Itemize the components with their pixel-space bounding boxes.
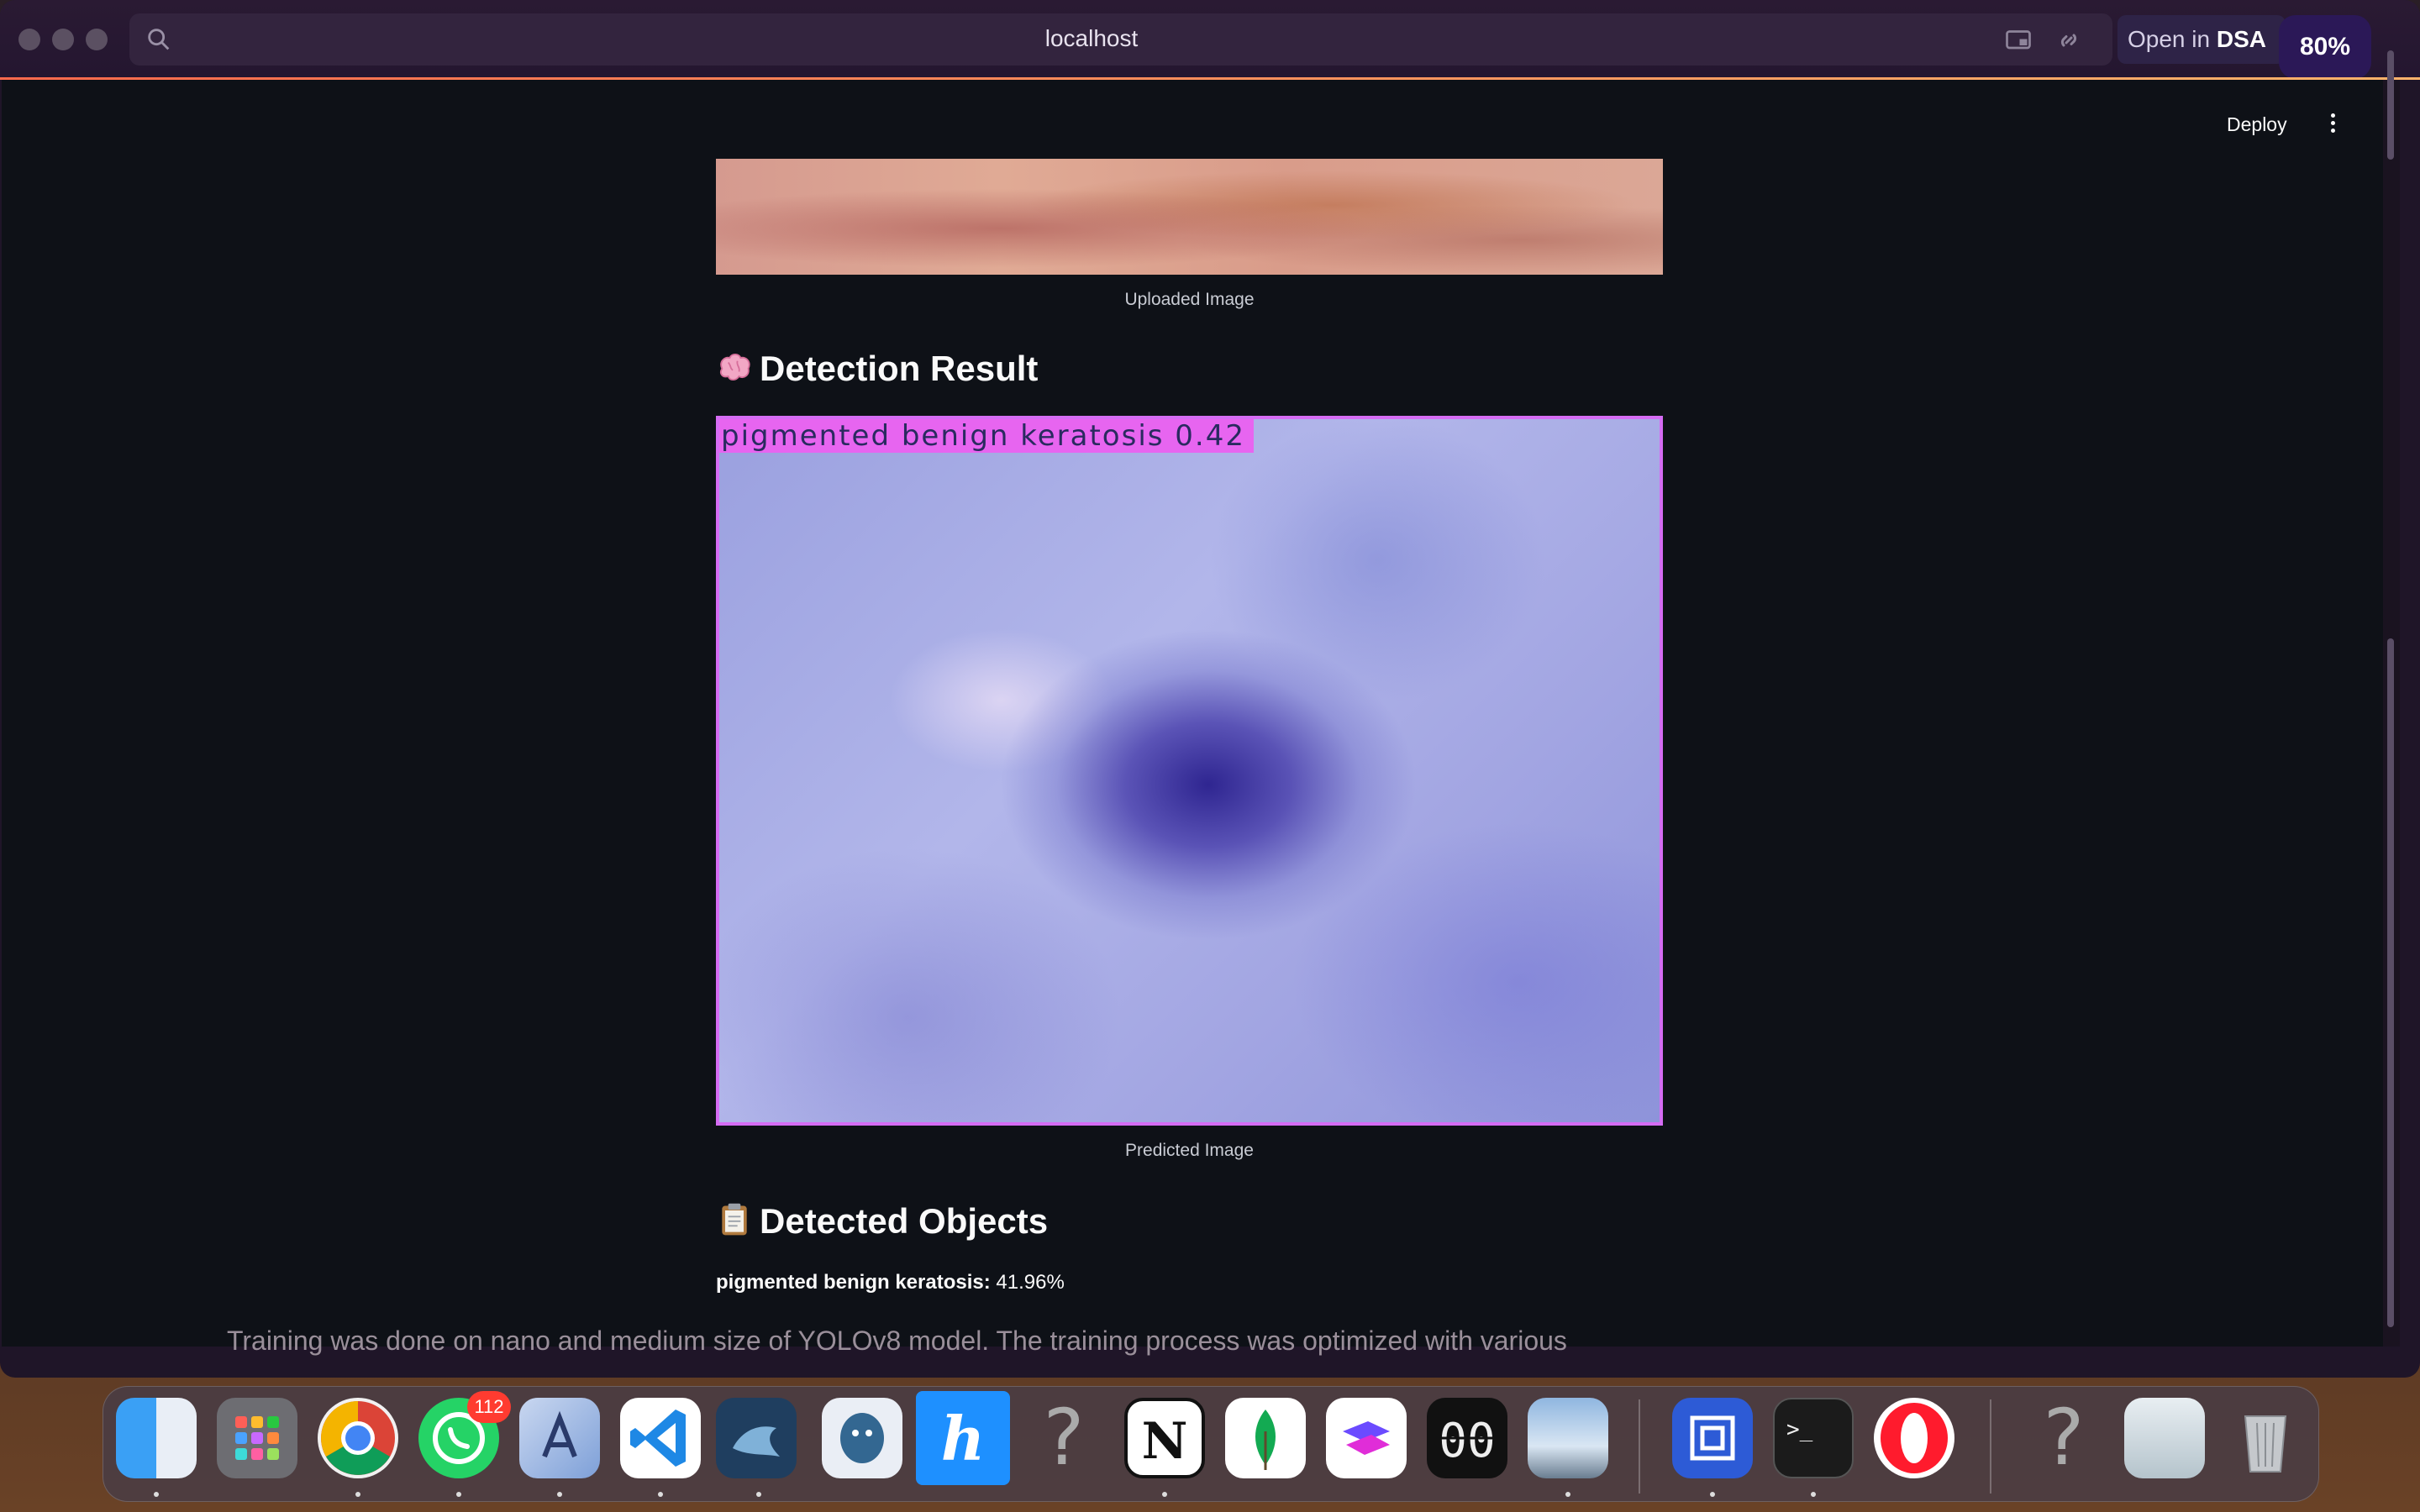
detected-object-confidence: 41.96%: [996, 1271, 1065, 1294]
detection-result-heading: Detection Result: [716, 349, 1038, 389]
url-text: localhost: [1044, 25, 1139, 51]
zoom-level-badge[interactable]: 80%: [2279, 15, 2371, 79]
unknown-app-icon[interactable]: ?: [2023, 1398, 2104, 1478]
ai-app-running-dot: [557, 1492, 562, 1497]
whatsapp-running-dot: [456, 1492, 461, 1497]
terminal-icon[interactable]: >_: [1773, 1398, 1854, 1478]
browser-window: localhost Open in DSA 80% Deploy Uploade…: [0, 0, 2420, 1378]
app-icon[interactable]: [1326, 1398, 1407, 1478]
detection-result-title: Detection Result: [760, 349, 1039, 388]
scrollbar-thumb[interactable]: [2387, 638, 2394, 1327]
notion-icon[interactable]: N: [1124, 1398, 1205, 1478]
mysql-workbench-running-dot: [756, 1492, 761, 1497]
whatsapp-unread-badge: 112: [467, 1391, 511, 1423]
uploaded-image-caption: Uploaded Image: [1124, 290, 1255, 309]
terminal-running-dot: [1811, 1492, 1816, 1497]
ai-app-icon[interactable]: [519, 1398, 600, 1478]
detected-objects-title: Detected Objects: [760, 1201, 1049, 1241]
svg-text:>_: >_: [1786, 1417, 1813, 1442]
browser-titlebar: localhost Open in DSA 80%: [0, 0, 2420, 79]
predicted-image-caption: Predicted Image: [1125, 1141, 1254, 1160]
screenshot-app-running-dot: [1710, 1492, 1715, 1497]
link-icon[interactable]: [2054, 25, 2084, 55]
prediction-overlay-label: pigmented benign keratosis 0.42: [719, 419, 1254, 453]
finder-running-dot: [154, 1492, 159, 1497]
predicted-image: pigmented benign keratosis 0.42: [716, 416, 1663, 1126]
hyper-icon[interactable]: h: [916, 1391, 1010, 1485]
launchpad-icon[interactable]: [217, 1398, 297, 1478]
preview-running-dot: [1565, 1492, 1570, 1497]
main-menu-icon[interactable]: [2328, 110, 2338, 139]
mongodb-icon[interactable]: [1225, 1398, 1306, 1478]
scrollbar-thumb-top[interactable]: [2387, 50, 2394, 160]
chrome-icon[interactable]: [318, 1398, 398, 1478]
documents-icon[interactable]: [2124, 1398, 2205, 1478]
dock-separator: [1639, 1399, 1640, 1494]
brain-icon: [719, 353, 750, 381]
chrome-running-dot: [355, 1492, 360, 1497]
detected-object-name: pigmented benign keratosis:: [716, 1271, 991, 1294]
maximize-window-button[interactable]: [86, 29, 108, 50]
background-page-text: Training was done on nano and medium siz…: [227, 1326, 1567, 1356]
svg-text:00: 00: [1439, 1414, 1495, 1468]
open-in-label: Open in: [2128, 26, 2217, 52]
svg-text:N: N: [1142, 1412, 1188, 1471]
open-in-dsa-button[interactable]: Open in DSA: [2118, 15, 2286, 64]
unknown-app-icon[interactable]: ?: [1023, 1398, 1104, 1478]
minimize-window-button[interactable]: [52, 29, 74, 50]
pgadmin-icon[interactable]: [822, 1398, 902, 1478]
uploaded-image: [716, 159, 1663, 275]
trash-icon[interactable]: [2225, 1398, 2306, 1478]
vscode-running-dot: [658, 1492, 663, 1497]
opera-icon[interactable]: [1874, 1398, 1954, 1478]
cast-icon[interactable]: [2003, 25, 2033, 55]
screenshot-app-icon[interactable]: [1672, 1398, 1753, 1478]
clipboard-icon: [722, 1203, 747, 1236]
clock-app-icon[interactable]: 00: [1427, 1398, 1507, 1478]
open-in-app-label: DSA: [2216, 26, 2266, 52]
preview-icon[interactable]: [1528, 1398, 1608, 1478]
deploy-button[interactable]: Deploy: [2227, 113, 2287, 136]
detected-objects-heading: Detected Objects: [716, 1201, 1048, 1242]
mysql-workbench-icon[interactable]: [716, 1398, 797, 1478]
streamlit-app: Deploy Uploaded Image Detection Result p…: [2, 80, 2385, 1347]
detected-object-row: pigmented benign keratosis: 41.96%: [716, 1271, 1065, 1294]
finder-icon[interactable]: [116, 1398, 197, 1478]
svg-text:h: h: [941, 1403, 985, 1474]
address-bar[interactable]: localhost: [129, 13, 2112, 66]
vscode-icon[interactable]: [620, 1398, 701, 1478]
notion-running-dot: [1162, 1492, 1167, 1497]
dock-separator: [1990, 1399, 1991, 1494]
close-window-button[interactable]: [18, 29, 40, 50]
